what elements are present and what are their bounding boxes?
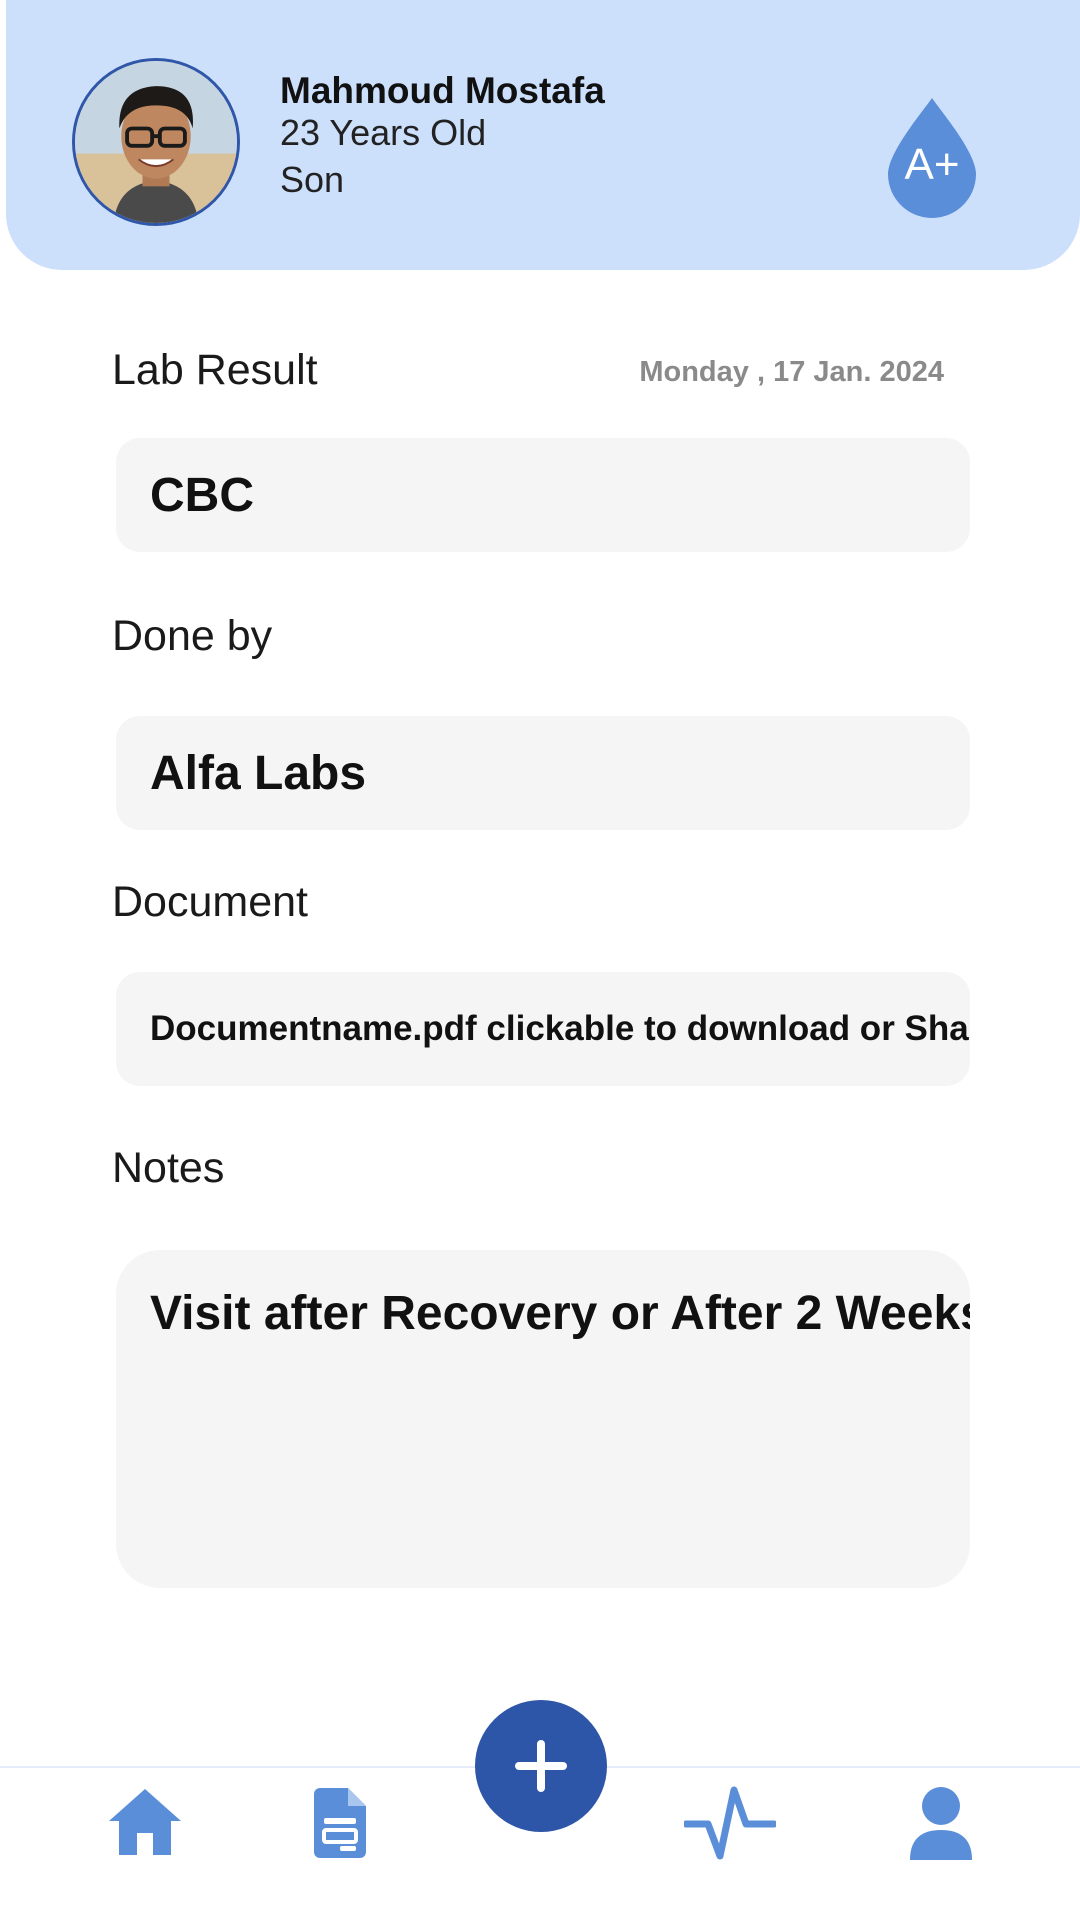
notes-label: Notes (112, 1144, 225, 1192)
avatar-image (75, 61, 237, 223)
activity-icon (684, 1786, 776, 1860)
profile-age: 23 Years Old (280, 112, 487, 153)
home-icon (109, 1789, 181, 1855)
blood-type-value: A+ (904, 140, 960, 189)
lab-result-screen: Mahmoud Mostafa 23 Years Old Son A+ Lab … (0, 0, 1080, 1920)
document-label: Document (112, 878, 308, 926)
nav-home[interactable] (100, 1782, 190, 1862)
done-by-field[interactable]: Alfa Labs (116, 716, 970, 830)
nav-profile[interactable] (896, 1780, 986, 1866)
profile-header: Mahmoud Mostafa 23 Years Old Son A+ (6, 0, 1080, 270)
add-button[interactable] (475, 1700, 607, 1832)
plus-icon (515, 1740, 567, 1792)
document-icon (314, 1788, 366, 1858)
avatar[interactable] (72, 58, 240, 226)
profile-name: Mahmoud Mostafa (280, 70, 605, 111)
test-name-field[interactable]: CBC (116, 438, 970, 552)
user-icon (910, 1787, 972, 1860)
nav-activity[interactable] (680, 1780, 780, 1866)
done-by-label: Done by (112, 612, 273, 660)
document-link[interactable]: Documentname.pdf clickable to download o… (116, 972, 970, 1086)
notes-field[interactable]: Visit after Recovery or After 2 Weeks (116, 1250, 970, 1588)
nav-documents[interactable] (300, 1778, 380, 1868)
profile-relation: Son (280, 159, 345, 200)
result-date: Monday , 17 Jan. 2024 (639, 356, 944, 388)
blood-type-badge: A+ (886, 96, 978, 218)
form-title: Lab Result (112, 346, 318, 394)
